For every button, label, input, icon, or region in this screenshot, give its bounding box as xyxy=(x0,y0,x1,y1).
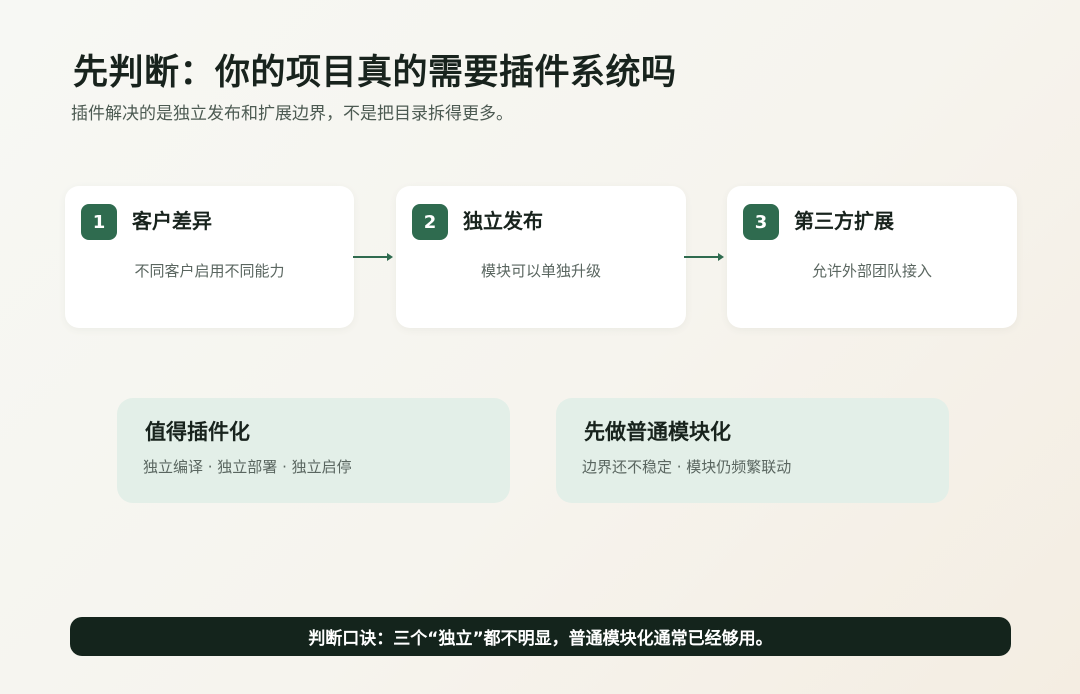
step-number-badge: 2 xyxy=(412,204,448,240)
option-description: 独立编译 · 独立部署 · 独立启停 xyxy=(143,458,352,476)
page-title: 先判断：你的项目真的需要插件系统吗 xyxy=(73,53,677,93)
step-number-badge: 1 xyxy=(81,204,117,240)
step-card-2: 2 独立发布 模块可以单独升级 xyxy=(396,186,686,328)
step-title: 客户差异 xyxy=(132,209,212,233)
step-card-3: 3 第三方扩展 允许外部团队接入 xyxy=(727,186,1017,328)
option-title: 值得插件化 xyxy=(145,420,250,444)
option-card-modular: 先做普通模块化 边界还不稳定 · 模块仍频繁联动 xyxy=(556,398,949,503)
step-number-badge: 3 xyxy=(743,204,779,240)
footer-text: 判断口诀：三个“独立”都不明显，普通模块化通常已经够用。 xyxy=(308,629,773,649)
option-description: 边界还不稳定 · 模块仍频繁联动 xyxy=(582,458,792,476)
step-description: 模块可以单独升级 xyxy=(480,262,601,280)
step-title: 第三方扩展 xyxy=(794,209,894,233)
arrow-right-icon xyxy=(684,253,724,261)
step-description: 允许外部团队接入 xyxy=(811,262,932,280)
arrow-right-icon xyxy=(353,253,393,261)
step-card-1: 1 客户差异 不同客户启用不同能力 xyxy=(65,186,354,328)
option-title: 先做普通模块化 xyxy=(584,420,731,444)
page-subtitle: 插件解决的是独立发布和扩展边界，不是把目录拆得更多。 xyxy=(71,104,513,124)
footer-bar: 判断口诀：三个“独立”都不明显，普通模块化通常已经够用。 xyxy=(70,617,1011,656)
step-title: 独立发布 xyxy=(463,209,543,233)
option-card-plugin: 值得插件化 独立编译 · 独立部署 · 独立启停 xyxy=(117,398,510,503)
step-description: 不同客户启用不同能力 xyxy=(134,262,285,280)
